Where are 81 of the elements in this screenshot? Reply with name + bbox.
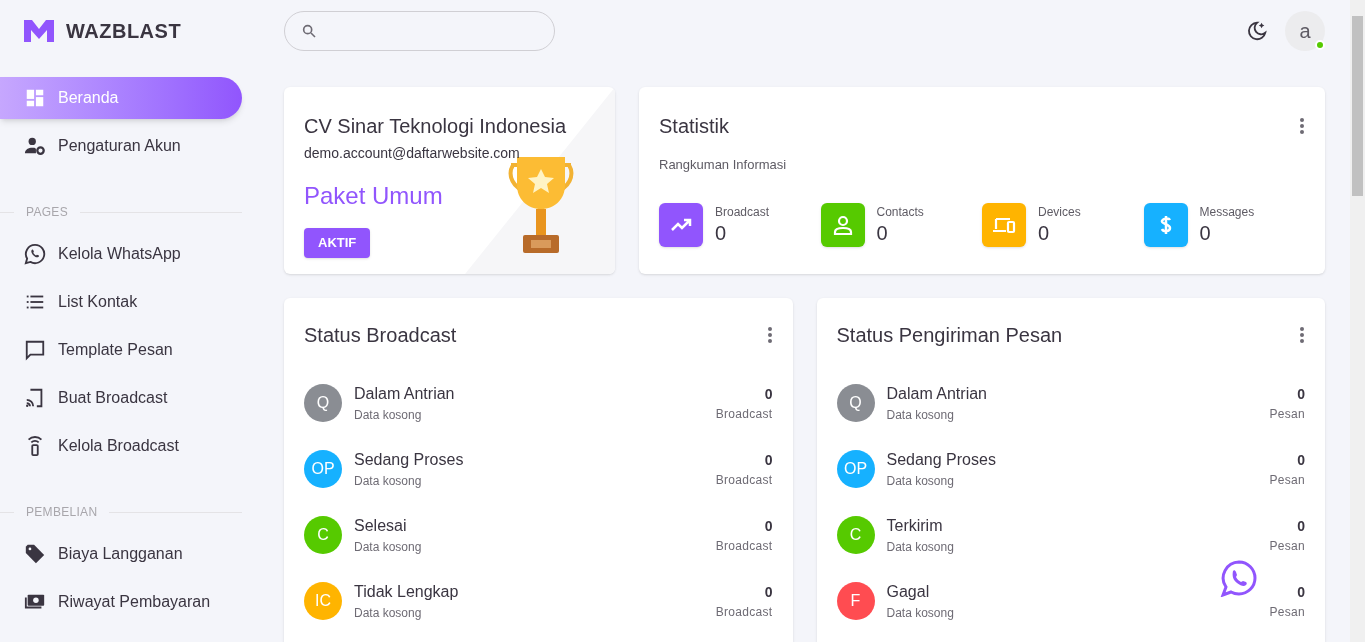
- status-avatar: OP: [304, 450, 342, 488]
- stat-label: Messages: [1199, 203, 1255, 221]
- avatar[interactable]: a: [1285, 11, 1325, 51]
- logo-icon: [24, 20, 54, 42]
- status-avatar: Q: [836, 384, 875, 422]
- card-title: Statistik: [659, 114, 730, 139]
- stat-value: 0: [715, 220, 728, 246]
- section-heading: PAGES: [26, 204, 68, 221]
- sidebar-item[interactable]: Pengaturan Akun: [0, 125, 242, 167]
- status-count: 0: [1297, 450, 1305, 470]
- status-avatar: Q: [304, 384, 342, 422]
- more-options-icon[interactable]: [1299, 326, 1305, 344]
- stat-value: 0: [1038, 220, 1051, 246]
- card-title: Status Pengiriman Pesan: [836, 323, 1063, 348]
- card-subtitle: Rangkuman Informasi: [659, 156, 788, 174]
- status-unit: Pesan: [1269, 471, 1305, 489]
- status-count: 0: [764, 582, 773, 602]
- status-count: 0: [1297, 384, 1305, 404]
- status-title: Terkirim: [886, 516, 943, 536]
- status-count: 0: [764, 516, 773, 536]
- stat-value: 0: [1199, 220, 1212, 246]
- search-icon: [301, 23, 317, 39]
- status-avatar: F: [836, 582, 875, 620]
- stat-value: 0: [876, 220, 889, 246]
- sidebar-item[interactable]: Riwayat Pembayaran: [0, 581, 242, 623]
- stat-label: Contacts: [876, 203, 924, 221]
- company-name: CV Sinar Teknologi Indonesia: [304, 114, 568, 139]
- more-options-icon[interactable]: [1299, 117, 1305, 135]
- stat-label: Broadcast: [715, 203, 770, 221]
- account-email: demo.account@daftarwebsite.com: [304, 144, 521, 163]
- status-unit: Pesan: [1269, 537, 1305, 555]
- sidebar-item[interactable]: List Kontak: [0, 281, 242, 323]
- status-unit: Broadcast: [715, 537, 773, 555]
- status-subtitle: Data kosong: [354, 407, 422, 424]
- status-subtitle: Data kosong: [886, 605, 954, 622]
- status-unit: Broadcast: [715, 603, 773, 621]
- status-subtitle: Data kosong: [886, 539, 954, 556]
- status-count: 0: [764, 384, 773, 404]
- status-title: Selesai: [354, 516, 407, 536]
- status-count: 0: [1297, 582, 1305, 602]
- status-subtitle: Data kosong: [886, 407, 954, 424]
- status-avatar: C: [836, 516, 875, 554]
- status-subtitle: Data kosong: [354, 539, 422, 556]
- dashboard-icon: [24, 87, 46, 109]
- status-unit: Pesan: [1269, 405, 1305, 423]
- status-count: 0: [1297, 516, 1305, 536]
- status-unit: Broadcast: [715, 405, 773, 423]
- tag-icon: [24, 543, 46, 565]
- sidebar-item[interactable]: Buat Broadcast: [0, 377, 242, 419]
- status-title: Sedang Proses: [886, 450, 996, 470]
- section-heading: PEMBELIAN: [26, 504, 98, 521]
- status-avatar: C: [304, 516, 342, 554]
- scrollbar[interactable]: [1350, 0, 1365, 642]
- status-count: 0: [764, 450, 773, 470]
- status-title: Sedang Proses: [354, 450, 464, 470]
- more-options-icon[interactable]: [766, 326, 773, 344]
- sidebar-item[interactable]: Kelola WhatsApp: [0, 233, 242, 275]
- status-subtitle: Data kosong: [886, 473, 954, 490]
- status-title: Dalam Antrian: [354, 384, 455, 404]
- status-subtitle: Data kosong: [354, 473, 422, 490]
- status-subtitle: Data kosong: [354, 605, 422, 622]
- status-title: Gagal: [886, 582, 930, 602]
- status-avatar: OP: [836, 450, 875, 488]
- plan-name: Paket Umum: [304, 181, 444, 211]
- user-gear-icon: [24, 135, 46, 157]
- sidebar-item[interactable]: Biaya Langganan: [0, 533, 242, 575]
- status-title: Dalam Antrian: [886, 384, 987, 404]
- status-title: Tidak Lengkap: [354, 582, 459, 602]
- status-button[interactable]: AKTIF: [304, 228, 371, 258]
- status-unit: Broadcast: [715, 471, 773, 489]
- whatsapp-icon: [24, 243, 46, 265]
- stat-label: Devices: [1038, 203, 1081, 221]
- chat-bubble-icon: [24, 339, 46, 361]
- status-avatar: IC: [304, 582, 342, 620]
- brand-name: WAZBLAST: [66, 19, 182, 44]
- sidebar-item[interactable]: Kelola Broadcast: [0, 425, 242, 467]
- moon-stars-icon[interactable]: [1246, 20, 1268, 42]
- status-unit: Pesan: [1269, 603, 1305, 621]
- card-title: Status Broadcast: [304, 323, 457, 348]
- sidebar-item[interactable]: Template Pesan: [0, 329, 242, 371]
- whatsapp-icon[interactable]: [1220, 559, 1258, 597]
